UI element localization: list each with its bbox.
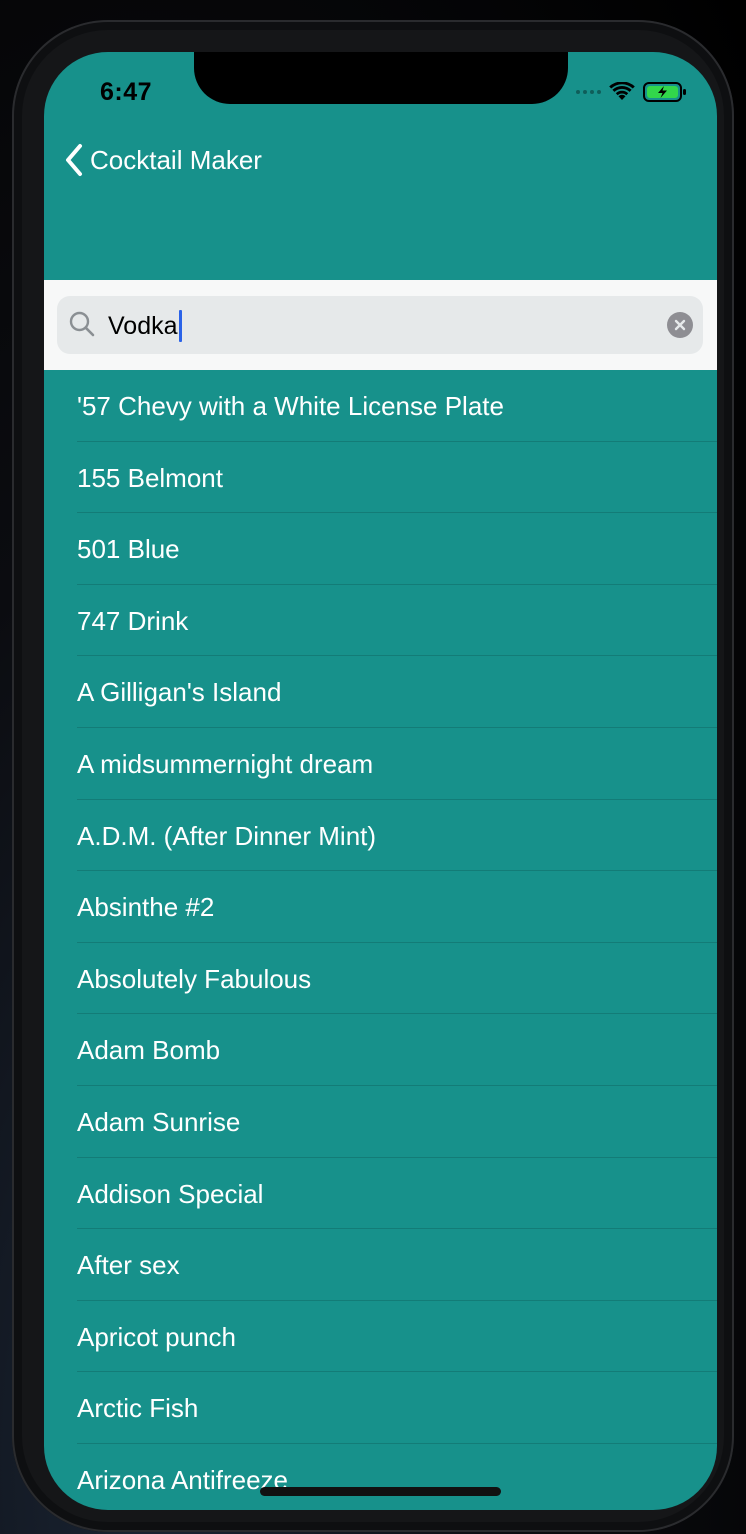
list-item-label: Adam Sunrise bbox=[77, 1106, 241, 1137]
search-value-wrap: Vodka bbox=[108, 310, 182, 342]
list-item-label: Apricot punch bbox=[77, 1321, 236, 1352]
chevron-left-icon bbox=[66, 144, 82, 176]
list-item[interactable]: Adam Bomb bbox=[44, 1014, 717, 1086]
list-item-label: 501 Blue bbox=[77, 534, 180, 565]
battery-charging-icon bbox=[643, 82, 686, 102]
search-value: Vodka bbox=[108, 312, 178, 340]
back-button-label: Cocktail Maker bbox=[90, 144, 262, 175]
back-button[interactable]: Cocktail Maker bbox=[64, 140, 262, 180]
list-item-label: 747 Drink bbox=[77, 605, 189, 636]
list-item-label: A.D.M. (After Dinner Mint) bbox=[77, 820, 377, 851]
list-item[interactable]: Arctic Fish bbox=[44, 1372, 717, 1444]
list-item-label: Adam Bomb bbox=[77, 1035, 221, 1066]
list-item[interactable]: A.D.M. (After Dinner Mint) bbox=[44, 800, 717, 872]
magnifier-icon bbox=[69, 311, 95, 337]
list-item[interactable]: 155 Belmont bbox=[44, 442, 717, 514]
home-indicator[interactable] bbox=[260, 1487, 501, 1496]
list-item[interactable]: Apricot punch bbox=[44, 1301, 717, 1373]
list-item-label: Absolutely Fabulous bbox=[77, 963, 312, 994]
list-item[interactable]: Absolutely Fabulous bbox=[44, 943, 717, 1015]
search-input[interactable]: Vodka bbox=[57, 296, 703, 354]
clear-circle-icon bbox=[674, 319, 686, 331]
list-item[interactable]: Addison Special bbox=[44, 1158, 717, 1230]
list-item[interactable]: Absinthe #2 bbox=[44, 871, 717, 943]
list-item-label: Arizona Antifreeze bbox=[77, 1464, 289, 1495]
list-item-label: '57 Chevy with a White License Plate bbox=[77, 391, 504, 421]
list-item-label: Arctic Fish bbox=[77, 1393, 199, 1424]
list-item-label: A Gilligan's Island bbox=[77, 677, 282, 708]
list-item[interactable]: Adam Sunrise bbox=[44, 1086, 717, 1158]
wifi-icon bbox=[609, 82, 635, 100]
list-item[interactable]: 747 Drink bbox=[44, 585, 717, 657]
device-notch bbox=[194, 52, 568, 104]
list-item[interactable]: 501 Blue bbox=[44, 513, 717, 585]
list-item[interactable]: Arizona Antifreeze bbox=[44, 1444, 717, 1510]
cellular-signal-icon bbox=[576, 90, 601, 94]
status-icons bbox=[576, 80, 687, 104]
list-item-label: After sex bbox=[77, 1250, 180, 1281]
list-item[interactable]: '57 Chevy with a White License Plate bbox=[44, 370, 717, 442]
app-screen: 6:47 Cocktail Maker Vodka '57 Chevy with… bbox=[44, 52, 717, 1510]
list-item-label: A midsummernight dream bbox=[77, 748, 374, 779]
list-item[interactable]: After sex bbox=[44, 1229, 717, 1301]
list-item-label: Addison Special bbox=[77, 1178, 264, 1209]
list-item[interactable]: A midsummernight dream bbox=[44, 728, 717, 800]
cocktail-list: '57 Chevy with a White License Plate 155… bbox=[44, 370, 717, 1510]
clear-search-button[interactable] bbox=[667, 312, 693, 338]
list-item-label: 155 Belmont bbox=[77, 462, 223, 493]
list-item-label: Absinthe #2 bbox=[77, 892, 215, 923]
list-item[interactable]: A Gilligan's Island bbox=[44, 656, 717, 728]
text-caret bbox=[178, 310, 182, 342]
status-time: 6:47 bbox=[100, 78, 153, 106]
search-bar: Vodka bbox=[44, 280, 717, 370]
